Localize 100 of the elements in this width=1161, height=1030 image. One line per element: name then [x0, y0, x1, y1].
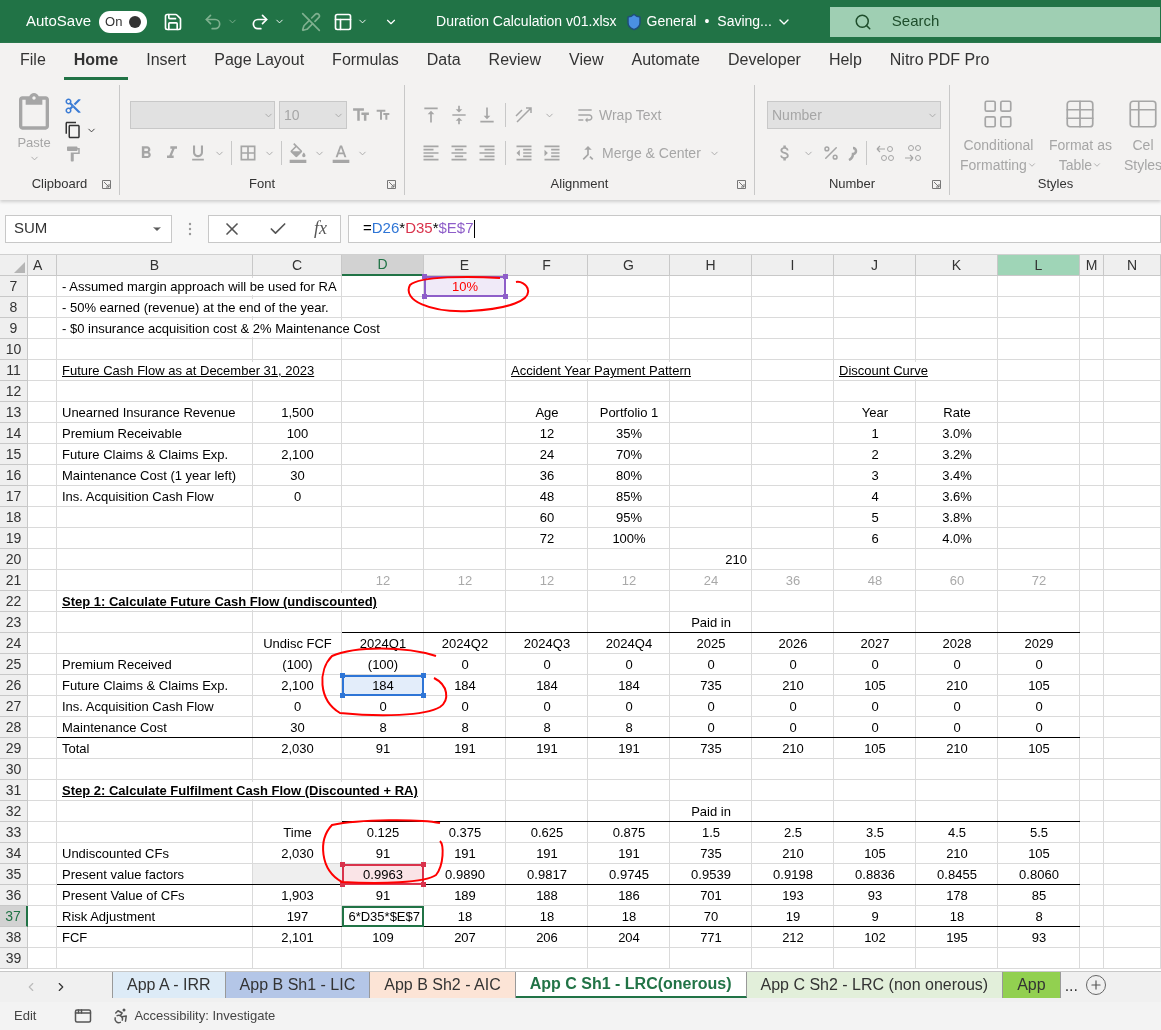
resize-handle[interactable] [340, 693, 345, 698]
column-header[interactable]: A [28, 255, 57, 276]
separator-dot: • [704, 12, 710, 31]
row-header[interactable]: 20 [0, 549, 28, 570]
search-field[interactable]: Search [829, 6, 1160, 37]
sheet-tab[interactable]: App C Sh1 - LRC(onerous) [515, 972, 747, 998]
table-icon [1126, 97, 1160, 131]
row-label: - 50% earned (revenue) at the end of the year. [62, 299, 329, 316]
column-header[interactable]: L [998, 255, 1080, 276]
drag-handle-icon[interactable] [188, 221, 192, 236]
group-label: Alignment [550, 174, 609, 193]
group-label: Font [249, 174, 275, 193]
row-header[interactable]: 18 [0, 507, 28, 528]
resize-handle[interactable] [422, 294, 427, 299]
resize-handle[interactable] [340, 882, 345, 887]
resize-handle[interactable] [503, 294, 508, 299]
row-header[interactable]: 27 [0, 696, 28, 717]
plus-icon [1089, 978, 1103, 992]
resize-handle[interactable] [421, 693, 426, 698]
row-header[interactable]: 33 [0, 822, 28, 843]
column-header[interactable]: E [424, 255, 506, 276]
row-label: - Assumed margin approach will be used for RA [62, 278, 337, 295]
save-status: Saving... [717, 12, 772, 31]
row-header[interactable]: 36 [0, 885, 28, 906]
row-header[interactable]: 7 [0, 276, 28, 297]
row-header[interactable]: 29 [0, 738, 28, 759]
group-label: Clipboard [31, 174, 88, 193]
resize-handle[interactable] [340, 673, 345, 678]
redo-icon[interactable] [250, 11, 271, 32]
column-header[interactable]: K [916, 255, 998, 276]
resize-handle[interactable] [421, 882, 426, 887]
row-header[interactable]: 24 [0, 633, 28, 654]
macro-recording-icon[interactable] [74, 1007, 93, 1025]
more-sheets[interactable]: ... [1064, 974, 1078, 998]
column-header[interactable]: C [253, 255, 342, 276]
row-header[interactable]: 13 [0, 402, 28, 423]
formula-field[interactable]: =D26*D35*$E$7 [348, 214, 1161, 243]
pen-off-icon[interactable] [301, 11, 322, 32]
editing-cell[interactable]: 6*D35*$E$7 [342, 906, 424, 927]
resize-handle[interactable] [421, 673, 426, 678]
column-header[interactable]: G [588, 255, 670, 276]
column-header[interactable]: I [752, 255, 834, 276]
caret-icon [1026, 160, 1037, 170]
window-icon[interactable] [333, 11, 354, 32]
column-header[interactable]: H [670, 255, 752, 276]
row-header[interactable]: 15 [0, 444, 28, 465]
row-header[interactable]: 21 [0, 570, 28, 591]
row-header[interactable]: 14 [0, 423, 28, 444]
row-header[interactable]: 8 [0, 297, 28, 318]
section-title: Accident Year Payment Pattern [511, 362, 691, 379]
sheet-tab[interactable]: App B Sh2 - AIC [370, 972, 516, 998]
column-header[interactable]: N [1104, 255, 1161, 276]
autosave-toggle[interactable]: On [99, 10, 148, 33]
group-label: Styles [1037, 174, 1074, 193]
sheet-tab[interactable]: App [1003, 972, 1061, 998]
row-header[interactable]: 26 [0, 675, 28, 696]
sheet-tab[interactable]: App B Sh1 - LIC [225, 972, 371, 998]
column-header[interactable]: D [342, 255, 424, 276]
row-header[interactable]: 30 [0, 759, 28, 780]
section-title: Future Cash Flow as at December 31, 2023 [62, 362, 315, 379]
row-header[interactable]: 19 [0, 528, 28, 549]
insert-function-button[interactable]: fx [314, 215, 327, 242]
row-header[interactable]: 16 [0, 465, 28, 486]
row-header[interactable]: 28 [0, 717, 28, 738]
accessibility-button[interactable]: Accessibility: Investigate [112, 1006, 276, 1026]
resize-handle[interactable] [340, 862, 345, 867]
resize-handle[interactable] [422, 274, 427, 279]
resize-handle[interactable] [503, 274, 508, 279]
resize-handle[interactable] [421, 862, 426, 867]
group-label: Number [828, 174, 876, 193]
sheet-tab[interactable]: App A - IRR [113, 972, 226, 998]
row-header[interactable]: 11 [0, 360, 28, 381]
row-header[interactable]: 17 [0, 486, 28, 507]
column-header[interactable]: B [57, 255, 253, 276]
referenced-cell: 10% [424, 276, 506, 297]
column-header[interactable]: J [834, 255, 916, 276]
row-header[interactable]: 35 [0, 864, 28, 885]
column-header[interactable]: M [1080, 255, 1104, 276]
row-header[interactable]: 31 [0, 780, 28, 801]
row-header[interactable]: 9 [0, 318, 28, 339]
section-title: Step 2: Calculate Fulfilment Cash Flow (Discounted + RA) [62, 782, 418, 799]
name-box[interactable]: SUM [5, 214, 172, 243]
shield-icon [624, 12, 643, 31]
select-all-icon[interactable] [14, 262, 25, 273]
column-header[interactable]: F [506, 255, 588, 276]
row-header[interactable]: 25 [0, 654, 28, 675]
autosave-label: AutoSave [26, 11, 92, 32]
row-header[interactable]: 10 [0, 339, 28, 360]
save-icon[interactable] [163, 11, 184, 32]
row-header[interactable]: 39 [0, 948, 28, 969]
row-header[interactable]: 34 [0, 843, 28, 864]
row-header[interactable]: 32 [0, 801, 28, 822]
row-header[interactable]: 23 [0, 612, 28, 633]
section-title: Discount Curve [839, 362, 928, 379]
row-header[interactable]: 22 [0, 591, 28, 612]
row-header[interactable]: 38 [0, 927, 28, 948]
file-name: Duration Calculation v01.xlsx [436, 12, 617, 31]
row-header[interactable]: 37 [0, 906, 28, 927]
sheet-tab[interactable]: App C Sh2 - LRC (non onerous) [746, 972, 1004, 998]
row-header[interactable]: 12 [0, 381, 28, 402]
